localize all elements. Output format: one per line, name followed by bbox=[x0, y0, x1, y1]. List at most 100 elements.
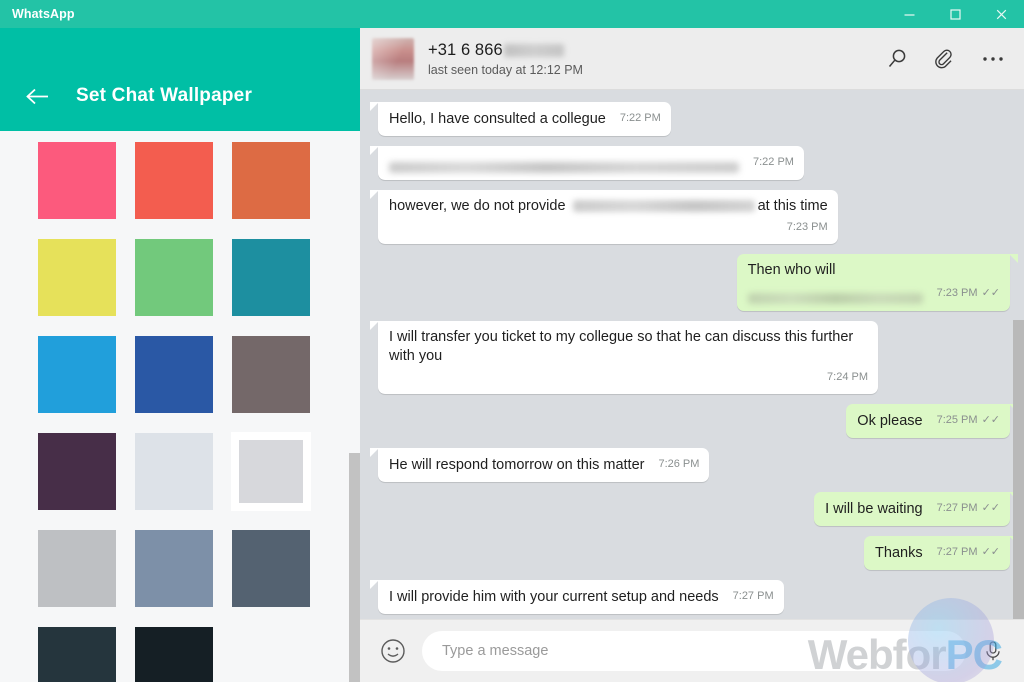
message-text: I will transfer you ticket to my collegu… bbox=[389, 329, 858, 364]
message-time: 7:23 PM bbox=[786, 221, 828, 233]
message-meta: 7:26 PM bbox=[658, 455, 699, 475]
outgoing-message-bubble[interactable]: Ok please 7:25 PM ✓✓ bbox=[846, 404, 1018, 438]
wallpaper-swatch-color bbox=[135, 239, 213, 316]
message-meta: 7:22 PM bbox=[753, 153, 794, 173]
wallpaper-swatch-taupe[interactable] bbox=[232, 336, 310, 413]
emoji-icon[interactable] bbox=[378, 636, 408, 666]
message-row: Ok please 7:25 PM ✓✓ bbox=[378, 404, 1018, 438]
wallpaper-swatch-light-blue[interactable] bbox=[38, 336, 116, 413]
incoming-message-bubble[interactable]: He will respond tomorrow on this matter 7… bbox=[369, 448, 710, 482]
message-time: 7:22 PM bbox=[619, 112, 661, 124]
message-row: I will be waiting 7:27 PM ✓✓ bbox=[378, 492, 1018, 526]
wallpaper-swatch-color bbox=[38, 239, 116, 316]
wallpaper-swatch-red[interactable] bbox=[135, 142, 213, 219]
wallpaper-swatch-color bbox=[135, 627, 213, 682]
attachment-icon[interactable] bbox=[932, 46, 958, 72]
wallpaper-swatch-dark-slate[interactable] bbox=[38, 627, 116, 682]
message-meta: 7:25 PM ✓✓ bbox=[937, 411, 1000, 431]
message-input[interactable] bbox=[442, 643, 946, 659]
outgoing-message-bubble[interactable]: Thanks 7:27 PM ✓✓ bbox=[864, 536, 1018, 570]
close-button[interactable] bbox=[978, 0, 1024, 28]
chat-scrollbar-thumb[interactable] bbox=[1013, 320, 1024, 619]
maximize-button[interactable] bbox=[932, 0, 978, 28]
message-text: I will be waiting bbox=[825, 501, 923, 517]
wallpaper-swatch-color bbox=[232, 336, 310, 413]
wallpaper-swatch-yellow[interactable] bbox=[38, 239, 116, 316]
wallpaper-swatch-light-gray[interactable] bbox=[232, 433, 310, 510]
wallpaper-swatch-color bbox=[232, 239, 310, 316]
wallpaper-swatch-orange[interactable] bbox=[232, 142, 310, 219]
avatar[interactable] bbox=[372, 37, 414, 80]
chat-title-row: +31 6 866 bbox=[428, 41, 884, 60]
wallpaper-swatch-blue[interactable] bbox=[135, 336, 213, 413]
message-time: 7:27 PM bbox=[936, 546, 978, 558]
message-text: Hello, I have consulted a collegue bbox=[389, 111, 606, 127]
microphone-icon[interactable] bbox=[976, 634, 1010, 668]
app-title: WhatsApp bbox=[12, 7, 75, 21]
window-controls bbox=[360, 0, 1024, 28]
message-row: I will provide him with your current set… bbox=[370, 580, 1010, 614]
wallpaper-panel: Set Chat Wallpaper bbox=[0, 28, 360, 682]
chat-scrollbar[interactable] bbox=[1013, 90, 1024, 619]
message-meta: 7:23 PM bbox=[389, 218, 828, 237]
wallpaper-swatch-color bbox=[135, 142, 213, 219]
wallpaper-swatch-pink[interactable] bbox=[38, 142, 116, 219]
message-row: I will transfer you ticket to my collegu… bbox=[370, 321, 1010, 394]
wallpaper-swatch-silver[interactable] bbox=[38, 530, 116, 607]
message-text: however, we do not provide at this time bbox=[389, 198, 828, 214]
wallpaper-swatch-slate-blue[interactable] bbox=[135, 530, 213, 607]
wallpaper-swatch-color bbox=[135, 336, 213, 413]
messages-container: Hello, I have consulted a collegue 7:22 P… bbox=[369, 102, 1019, 619]
incoming-message-bubble[interactable]: 7:22 PM bbox=[370, 146, 804, 180]
wallpaper-swatch-color bbox=[38, 530, 116, 607]
wallpaper-swatch-pale-blue[interactable] bbox=[135, 433, 213, 510]
wallpaper-swatch-green[interactable] bbox=[135, 239, 213, 316]
wallpaper-swatch-teal[interactable] bbox=[232, 239, 310, 316]
message-row: Thanks 7:27 PM ✓✓ bbox=[378, 536, 1018, 570]
message-text: Thanks bbox=[875, 545, 923, 561]
title-bar-left: WhatsApp bbox=[0, 0, 360, 28]
wallpaper-swatch-grid bbox=[0, 131, 360, 682]
redacted-text bbox=[572, 200, 755, 213]
message-time: 7:27 PM bbox=[936, 502, 978, 514]
wallpaper-swatch-color bbox=[38, 627, 116, 682]
message-text: Then who will bbox=[747, 262, 836, 278]
wallpaper-swatch-slate[interactable] bbox=[232, 530, 310, 607]
contact-status: last seen today at 12:12 PM bbox=[428, 62, 583, 77]
message-row: 7:22 PM bbox=[370, 146, 1010, 180]
wallpaper-swatch-color bbox=[232, 142, 310, 219]
message-meta: 7:27 PM ✓✓ bbox=[937, 543, 1000, 563]
outgoing-message-bubble[interactable]: I will be waiting 7:27 PM ✓✓ bbox=[814, 492, 1018, 526]
title-bar: WhatsApp bbox=[0, 0, 1024, 28]
search-icon[interactable] bbox=[884, 46, 910, 72]
wallpaper-header: Set Chat Wallpaper bbox=[0, 28, 360, 131]
outgoing-message-bubble[interactable]: Then who will 7:23 PM ✓✓ bbox=[736, 254, 1019, 311]
chat-header-texts: +31 6 866 last seen today at 12:12 PM bbox=[428, 41, 884, 77]
incoming-message-bubble[interactable]: however, we do not provide at this time 7… bbox=[370, 190, 838, 244]
wallpaper-swatch-color bbox=[38, 433, 116, 510]
minimize-button[interactable] bbox=[886, 0, 932, 28]
wallpaper-swatch-color bbox=[135, 530, 213, 607]
incoming-message-bubble[interactable]: I will transfer you ticket to my collegu… bbox=[370, 321, 878, 394]
message-time: 7:24 PM bbox=[827, 371, 868, 383]
redacted-text bbox=[747, 293, 923, 304]
chat-panel: +31 6 866 last seen today at 12:12 PM He… bbox=[360, 28, 1024, 682]
message-text: He will respond tomorrow on this matter bbox=[389, 457, 645, 473]
wallpaper-swatch-plum[interactable] bbox=[38, 433, 116, 510]
wallpaper-scrollbar[interactable] bbox=[348, 131, 360, 682]
wallpaper-scrollbar-thumb[interactable] bbox=[349, 453, 360, 682]
more-menu-icon[interactable] bbox=[980, 46, 1006, 72]
message-meta: 7:27 PM ✓✓ bbox=[937, 499, 1000, 519]
message-input-wrap[interactable] bbox=[422, 631, 966, 671]
wallpaper-swatch-near-black[interactable] bbox=[135, 627, 213, 682]
chat-header-actions bbox=[884, 46, 1006, 72]
message-meta: 7:24 PM bbox=[389, 368, 868, 387]
window-body: Set Chat Wallpaper +31 6 866 last seen t… bbox=[0, 28, 1024, 682]
incoming-message-bubble[interactable]: Hello, I have consulted a collegue 7:22 P… bbox=[370, 102, 671, 136]
message-time: 7:23 PM bbox=[936, 287, 978, 299]
incoming-message-bubble[interactable]: I will provide him with your current set… bbox=[370, 580, 784, 614]
message-list: Hello, I have consulted a collegue 7:22 P… bbox=[360, 90, 1024, 619]
wallpaper-panel-title: Set Chat Wallpaper bbox=[76, 85, 253, 106]
back-arrow-icon[interactable] bbox=[10, 79, 66, 113]
message-row: Then who will 7:23 PM ✓✓ bbox=[378, 254, 1019, 311]
